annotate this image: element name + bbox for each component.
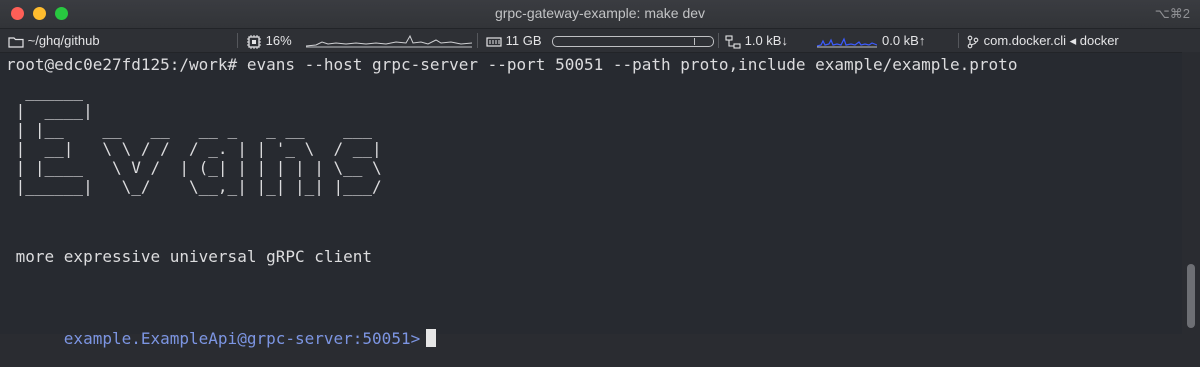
network-icon: [725, 35, 741, 49]
cpu-segment[interactable]: 16%: [246, 29, 292, 52]
path-label: ~/ghq/github: [27, 33, 100, 48]
upload-value: 0.0 kB↑: [882, 33, 926, 48]
scrollbar-thumb[interactable]: [1187, 264, 1195, 328]
network-graph: [817, 37, 877, 48]
git-branch-icon: [967, 35, 979, 48]
memory-bar: [552, 36, 714, 47]
folder-icon: [8, 36, 24, 48]
network-segment[interactable]: 1.0 kB↓: [725, 29, 788, 52]
repl-prompt: example.ExampleApi@grpc-server:50051>: [63, 329, 421, 348]
divider: [477, 33, 478, 48]
command-line: root@edc0e27fd125:/work# evans --host gr…: [6, 55, 1018, 74]
context-segment[interactable]: com.docker.cli ◂ docker: [966, 29, 1119, 52]
window-shortcut: ⌥⌘2: [1154, 6, 1190, 21]
cpu-value: 16%: [265, 33, 292, 48]
scrollbar[interactable]: [1182, 52, 1200, 334]
window-title: grpc-gateway-example: make dev: [494, 5, 706, 21]
divider: [718, 33, 719, 48]
divider: [958, 33, 959, 48]
memory-icon: [486, 36, 502, 47]
terminal-window: grpc-gateway-example: make dev ⌥⌘2 ~/ghq…: [0, 0, 1200, 348]
title-bar[interactable]: grpc-gateway-example: make dev ⌥⌘2: [0, 0, 1200, 28]
cpu-graph: [306, 34, 472, 48]
evans-ascii-logo: ______ | ____| | |__ __ __ __ _ _ __ ___…: [15, 82, 382, 196]
cpu-icon: [247, 34, 261, 49]
terminal-output[interactable]: root@edc0e27fd125:/work# evans --host gr…: [0, 52, 1182, 348]
context-label: com.docker.cli ◂ docker: [983, 33, 1119, 48]
tagline: more expressive universal gRPC client: [6, 247, 373, 266]
memory-value: 11 GB: [505, 33, 542, 48]
status-bar: ~/ghq/github 16% 11 GB 1.0 kB↓ 0.0 kB↑ c…: [0, 28, 1200, 53]
divider: [237, 33, 238, 48]
memory-segment[interactable]: 11 GB: [486, 29, 542, 52]
text-cursor: [426, 329, 437, 347]
path-segment[interactable]: ~/ghq/github: [8, 29, 100, 52]
download-value: 1.0 kB↓: [744, 33, 788, 48]
input-line[interactable]: example.ExampleApi@grpc-server:50051>: [6, 310, 437, 367]
